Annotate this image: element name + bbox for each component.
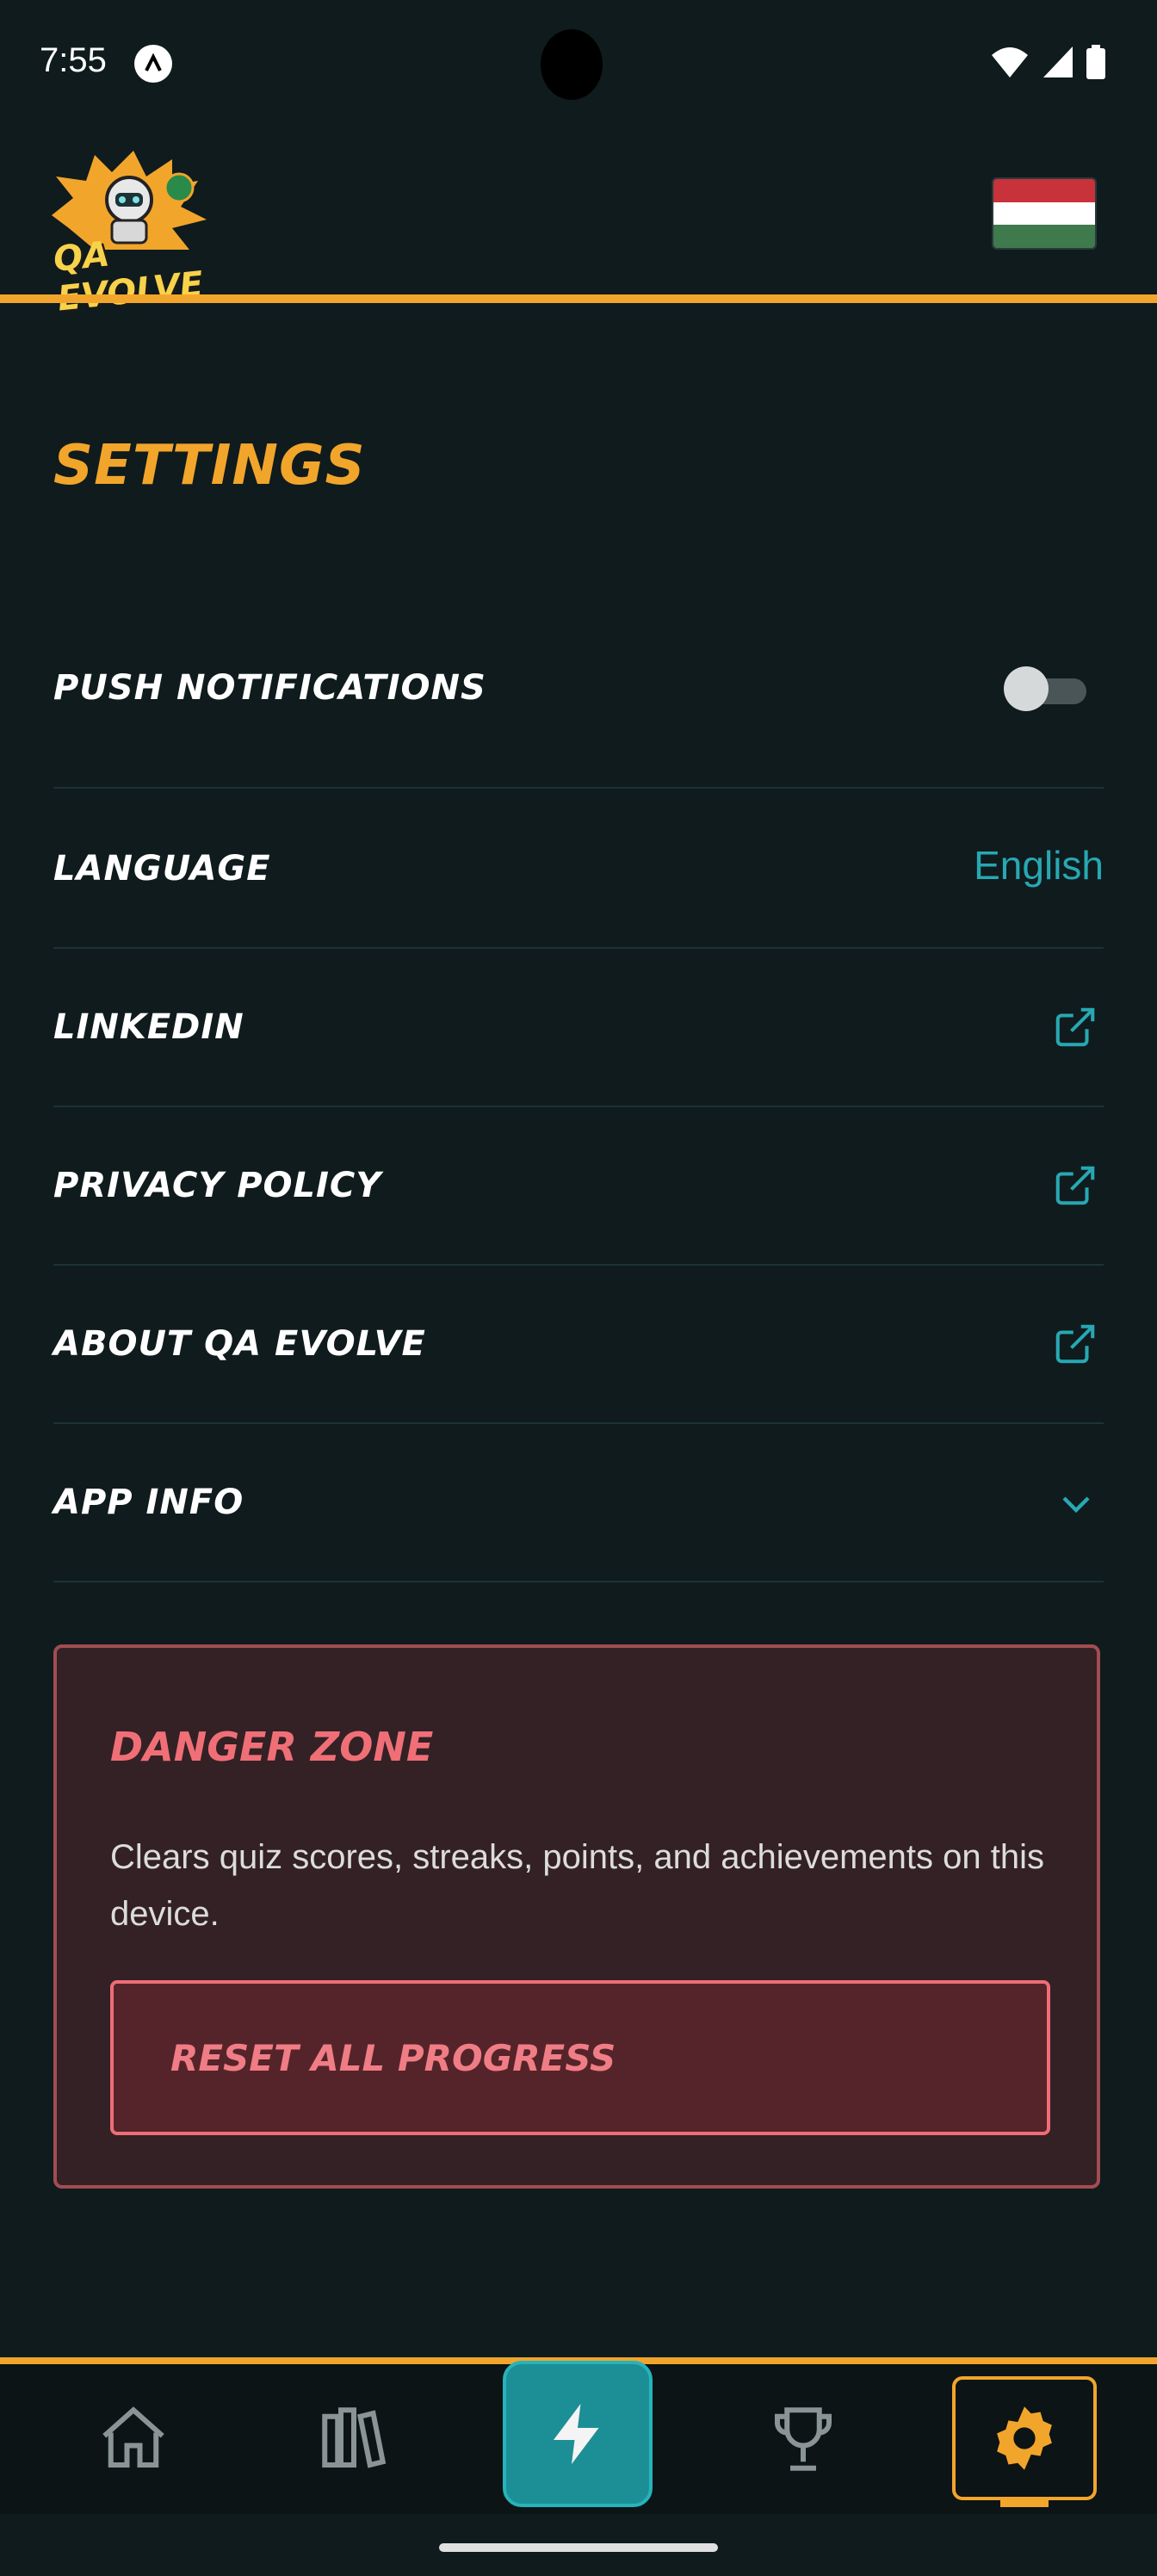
danger-zone-title: DANGER ZONE	[110, 1724, 434, 1770]
danger-zone-description: Clears quiz scores, streaks, points, and…	[110, 1838, 1044, 1933]
battery-icon	[1086, 45, 1105, 79]
language-label: LANGUAGE	[53, 849, 271, 889]
header-divider	[0, 294, 1157, 303]
settings-row-privacy-policy[interactable]: PRIVACY POLICY	[53, 1105, 1104, 1266]
wifi-icon	[992, 47, 1028, 77]
settings-row-app-info[interactable]: APP INFO	[53, 1422, 1104, 1582]
app-info-label: APP INFO	[53, 1483, 244, 1522]
language-flag-button[interactable]	[992, 177, 1097, 250]
home-icon	[102, 2406, 164, 2468]
qa-evolve-logo[interactable]: QA EVOLVE	[43, 146, 267, 319]
nav-quiz[interactable]	[503, 2361, 653, 2507]
push-notifications-label: PUSH NOTIFICATIONS	[53, 668, 486, 708]
status-bar: 7:55	[0, 0, 1157, 129]
signal-icon	[1043, 46, 1073, 77]
gear-icon	[997, 2406, 1052, 2470]
nav-achievements[interactable]	[739, 2364, 868, 2514]
external-link-icon[interactable]	[1052, 1321, 1098, 1367]
reset-button-label: RESET ALL PROGRESS	[170, 2037, 616, 2079]
privacy-policy-label: PRIVACY POLICY	[53, 1166, 382, 1205]
flag-green-stripe	[993, 225, 1095, 248]
flag-white-stripe	[993, 201, 1095, 226]
system-icons	[990, 45, 1105, 79]
library-icon	[322, 2407, 387, 2468]
gesture-handle[interactable]	[439, 2543, 718, 2552]
about-label: ABOUT QA EVOLVE	[53, 1324, 426, 1364]
app-notification-icon	[134, 45, 172, 83]
danger-zone-card: DANGER ZONE Clears quiz scores, streaks,…	[53, 1644, 1100, 2189]
app-header: QA EVOLVE	[0, 129, 1157, 319]
settings-row-about[interactable]: ABOUT QA EVOLVE	[53, 1264, 1104, 1424]
settings-row-language[interactable]: LANGUAGE English	[53, 789, 1104, 949]
trophy-icon	[775, 2407, 832, 2471]
external-link-icon[interactable]	[1052, 1162, 1098, 1209]
settings-row-linkedin[interactable]: LINKEDIN	[53, 947, 1104, 1107]
gesture-area	[0, 2514, 1157, 2576]
lightning-icon	[554, 2404, 599, 2464]
nav-library[interactable]	[289, 2364, 418, 2514]
chevron-down-icon[interactable]	[1055, 1483, 1097, 1524]
reset-all-progress-button[interactable]: RESET ALL PROGRESS	[110, 1980, 1050, 2135]
page-title: SETTINGS	[53, 434, 366, 498]
external-link-icon[interactable]	[1052, 1004, 1098, 1050]
flag-red-stripe	[993, 179, 1095, 202]
toggle-thumb	[1004, 666, 1049, 711]
language-value[interactable]: English	[974, 842, 1104, 889]
camera-cutout	[541, 29, 603, 100]
linkedin-label: LINKEDIN	[53, 1007, 244, 1047]
bottom-nav	[0, 2361, 1157, 2514]
status-time: 7:55	[40, 41, 107, 79]
nav-active-indicator	[1000, 2500, 1049, 2507]
settings-row-push-notifications[interactable]: PUSH NOTIFICATIONS	[53, 620, 1104, 789]
nav-home[interactable]	[69, 2364, 198, 2514]
nav-settings[interactable]	[952, 2376, 1097, 2500]
push-notifications-toggle[interactable]	[1004, 666, 1090, 711]
